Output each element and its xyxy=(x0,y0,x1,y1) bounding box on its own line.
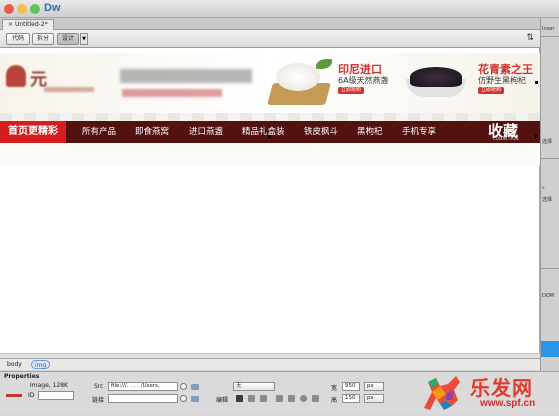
close-window-button[interactable] xyxy=(4,4,14,14)
selection-handle-right[interactable] xyxy=(535,81,538,84)
image-thumbnail-icon xyxy=(6,394,22,397)
close-tab-icon[interactable]: × xyxy=(8,21,13,28)
width-field[interactable]: 950 xyxy=(342,382,360,391)
resample-icon[interactable] xyxy=(288,395,295,402)
birdnest-bowl-icon xyxy=(262,57,334,107)
nav-item-all-products[interactable]: 所有产品 xyxy=(82,121,116,143)
promo1-tag[interactable]: 立即抢购 xyxy=(338,87,365,94)
slogan-sub-blurred xyxy=(122,89,222,97)
update-from-original-icon[interactable] xyxy=(260,395,267,402)
nav-item-imported-nest[interactable]: 进口燕盏 xyxy=(189,121,223,143)
link-browse-folder-icon[interactable] xyxy=(191,396,199,402)
nav-favorite-sub: COLLECTION xyxy=(493,136,519,141)
edit-image-icon[interactable] xyxy=(236,395,243,402)
nav-item-black-goji[interactable]: 黑枸杞 xyxy=(357,121,383,143)
height-unit-select[interactable]: px xyxy=(364,394,384,403)
title-bar: Dw xyxy=(0,0,559,18)
logo-mark-icon xyxy=(6,65,26,87)
src-field[interactable]: file:///. . . . /Users, xyxy=(108,382,178,391)
design-view-button[interactable]: 设计 xyxy=(57,33,79,45)
watermark-logo: 乐发网 www.spf.cn xyxy=(418,370,559,414)
nav-bar: 首页更精彩 所有产品 即食燕窝 进口燕盏 精品礼盒装 铁皮枫斗 黑枸杞 手机专享… xyxy=(0,121,540,143)
id-label: ID xyxy=(28,392,35,399)
tag-body[interactable]: body xyxy=(4,360,25,369)
promo1-subtitle: 6A级天然燕盏 xyxy=(338,76,389,85)
minimize-window-button[interactable] xyxy=(17,4,27,14)
image-settings-icon[interactable] xyxy=(248,395,255,402)
width-label: 宽 xyxy=(331,385,338,392)
class-select[interactable]: 无 xyxy=(233,382,275,391)
id-field[interactable] xyxy=(38,391,74,400)
link-point-to-file-icon[interactable] xyxy=(180,395,187,402)
goji-berries-bowl-icon xyxy=(400,61,470,101)
point-to-file-icon[interactable] xyxy=(180,383,187,390)
document-tab-bar: × Untitled-2* xyxy=(0,18,540,30)
height-field[interactable]: 150 xyxy=(342,394,360,403)
watermark-text: 乐发网 xyxy=(470,376,533,400)
banner-image[interactable]: 元 印尼进口 6A级天然燕盏 立即抢购 花青素之王 仿野生黑枸杞 立即抢购 首页… xyxy=(0,53,540,166)
nav-item-mobile[interactable]: 手机专享 xyxy=(402,121,436,143)
image-size-label: Image, 128K xyxy=(30,382,68,389)
dom-selected-row[interactable] xyxy=(541,341,559,357)
sharpen-icon[interactable] xyxy=(312,395,319,402)
code-view-button[interactable]: 代码 xyxy=(6,33,30,45)
link-field[interactable] xyxy=(108,394,178,403)
refresh-icon[interactable]: ⇅ xyxy=(526,33,534,43)
nav-home[interactable]: 首页更精彩 xyxy=(0,121,66,143)
tag-img[interactable]: img xyxy=(31,360,51,369)
banner-top: 元 印尼进口 6A级天然燕盏 立即抢购 花青素之王 仿野生黑枸杞 立即抢购 xyxy=(0,53,540,113)
app-logo: Dw xyxy=(44,2,61,14)
select-label-1: 选择 xyxy=(542,139,553,145)
src-label: Src xyxy=(94,383,104,390)
document-tab-label: Untitled-2* xyxy=(14,21,48,28)
search-icon[interactable]: ⌕ xyxy=(542,185,545,191)
selection-handle-corner[interactable] xyxy=(535,135,538,138)
properties-title: Properties xyxy=(4,373,40,380)
right-panel: Inser 选择 ⌕ 选择 DOM xyxy=(540,18,559,371)
edit-label: 编辑 xyxy=(216,397,229,404)
nav-item-dendrobium[interactable]: 铁皮枫斗 xyxy=(304,121,338,143)
brightness-contrast-icon[interactable] xyxy=(300,395,307,402)
bull-logo-icon xyxy=(424,376,460,410)
tag-selector: body img xyxy=(0,358,540,370)
view-dropdown-icon[interactable]: ▼ xyxy=(80,33,88,45)
document-toolbar: 代码 拆分 设计 ▼ ⇅ xyxy=(0,30,540,48)
select-label-2: 选择 xyxy=(542,197,553,203)
width-unit-select[interactable]: px xyxy=(364,382,384,391)
zoom-window-button[interactable] xyxy=(30,4,40,14)
nav-item-gift-box[interactable]: 精品礼盒装 xyxy=(242,121,285,143)
split-view-button[interactable]: 拆分 xyxy=(32,33,54,45)
link-label: 链接 xyxy=(92,397,105,404)
height-label: 高 xyxy=(331,397,338,404)
selection-handle-bottom[interactable] xyxy=(268,135,271,138)
slogan-blurred xyxy=(120,69,252,83)
crop-icon[interactable] xyxy=(276,395,283,402)
browse-folder-icon[interactable] xyxy=(191,384,199,390)
promo2-subtitle: 仿野生黑枸杞 xyxy=(478,76,526,85)
logo-sub-blurred xyxy=(44,87,94,92)
document-tab[interactable]: × Untitled-2* xyxy=(2,19,54,30)
watermark-url: www.spf.cn xyxy=(480,398,536,409)
design-canvas[interactable]: 元 印尼进口 6A级天然燕盏 立即抢购 花青素之王 仿野生黑枸杞 立即抢购 首页… xyxy=(0,48,540,353)
nav-item-instant-birdnest[interactable]: 即食燕窝 xyxy=(135,121,169,143)
dom-panel-label[interactable]: DOM xyxy=(542,293,554,299)
promo2-tag[interactable]: 立即抢购 xyxy=(478,87,505,94)
insert-panel-label[interactable]: Inser xyxy=(542,26,554,32)
